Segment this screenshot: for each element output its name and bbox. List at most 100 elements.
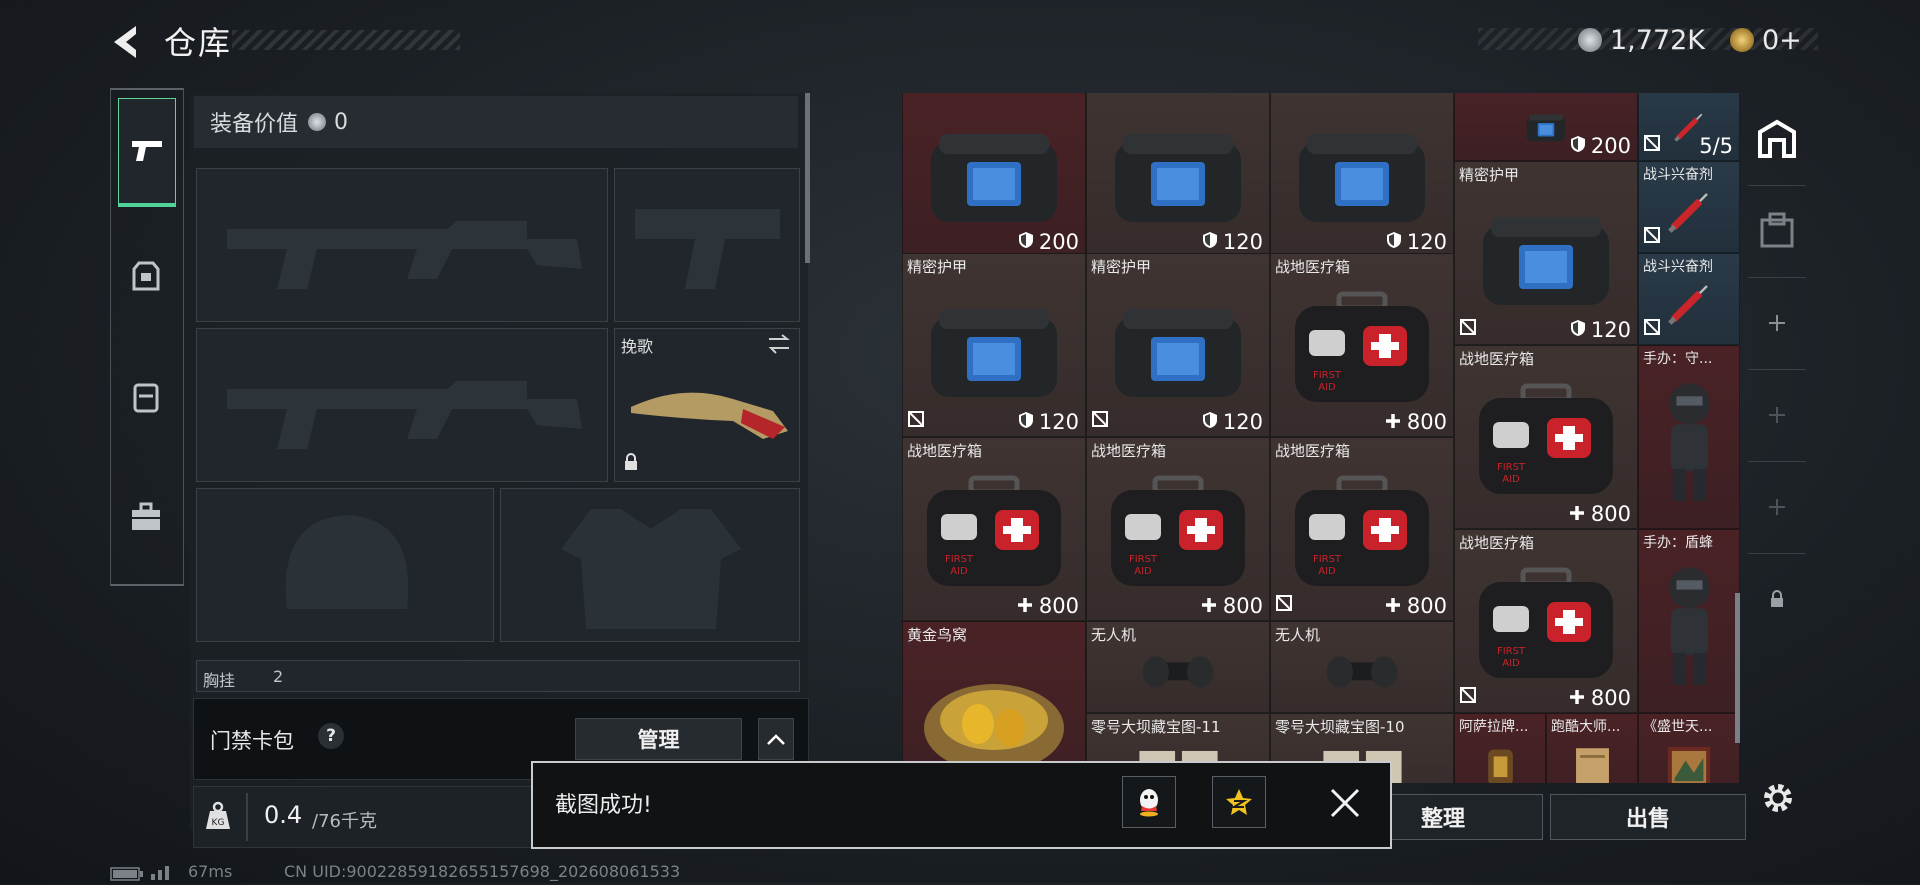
currency-tickets[interactable]: 0+ (1730, 20, 1802, 60)
sell-button[interactable]: 出售 (1550, 794, 1746, 840)
untradable-icon (1643, 134, 1661, 156)
storage-grid: 200 120 120 200 5/5 精密护甲 120 战斗兴奋剂 战斗兴奋剂 精密护甲 120 精… (902, 93, 1740, 783)
shield-icon (1202, 410, 1223, 434)
storage-tab-main[interactable] (1748, 93, 1806, 186)
chest-rig-section[interactable]: 胸挂 2 (196, 660, 800, 692)
back-icon[interactable] (104, 20, 148, 64)
storage-item-name: 阿萨拉牌... (1459, 719, 1529, 735)
help-icon[interactable]: ? (318, 723, 344, 749)
storage-item[interactable]: 手办：守... (1638, 345, 1740, 529)
manage-button[interactable]: 管理 (575, 718, 742, 760)
secondary-weapon-slot[interactable] (196, 328, 608, 482)
golden-nest-icon (903, 622, 1085, 783)
settings-icon[interactable] (1760, 780, 1796, 820)
pistol-slot[interactable] (614, 168, 800, 322)
add-storage-tab-1[interactable] (1748, 277, 1806, 370)
signal-icon (150, 864, 174, 884)
gold-coin-icon (1730, 28, 1754, 52)
primary-weapon-slot[interactable] (196, 168, 608, 322)
figurine-icon (1639, 530, 1739, 712)
storage-item[interactable]: 战斗兴奋剂 (1638, 161, 1740, 253)
storage-item-value: 800 (1569, 502, 1631, 526)
storage-item[interactable]: FIRST AID 战地医疗箱 800 (1454, 345, 1638, 529)
shield-icon (1570, 318, 1591, 342)
storage-item[interactable]: 120 (1086, 93, 1270, 257)
storage-item-value-text: 200 (1590, 134, 1631, 158)
untradable-icon (1643, 226, 1661, 248)
storage-item[interactable]: FIRST AID 战地医疗箱 800 (902, 437, 1086, 621)
storage-item-value: 120 (1202, 230, 1263, 254)
svg-text:FIRST: FIRST (1129, 554, 1158, 565)
weight-bar: KG 0.4 /76千克 (193, 786, 535, 848)
storage-item-name: 无人机 (1091, 626, 1137, 644)
pistol-icon (132, 141, 162, 161)
svg-text:FIRST: FIRST (1313, 554, 1342, 565)
storage-item-value: 200 (1018, 230, 1079, 254)
collapse-button[interactable] (758, 718, 794, 760)
helmet-slot[interactable] (196, 488, 494, 642)
storage-item[interactable]: 精密护甲 120 (1454, 161, 1638, 345)
silver-coin-icon (1578, 28, 1602, 52)
storage-item[interactable]: FIRST AID 战地医疗箱 800 (1270, 437, 1454, 621)
page-title: 仓库 (164, 24, 233, 62)
swap-icon[interactable] (767, 333, 791, 359)
heal-plus-icon (1569, 502, 1591, 526)
add-storage-tab-3[interactable] (1748, 461, 1806, 554)
storage-item-name: 手办：盾蜂 (1643, 535, 1713, 551)
melee-slot[interactable]: 挽歌 (614, 328, 800, 482)
svg-text:AID: AID (950, 566, 968, 577)
vest-silhouette-icon (561, 509, 741, 629)
storage-item[interactable]: FIRST AID 战地医疗箱 800 (1454, 529, 1638, 713)
storage-item[interactable]: 无人机 (1086, 621, 1270, 713)
qq-icon (1140, 789, 1158, 817)
svg-text:FIRST: FIRST (945, 554, 974, 565)
currency-coins-amount: 1,772K (1610, 24, 1706, 56)
storage-item[interactable]: 120 (1270, 93, 1454, 257)
storage-item[interactable]: 黄金鸟窝 (902, 621, 1086, 783)
storage-item[interactable]: FIRST AID 战地医疗箱 800 (1086, 437, 1270, 621)
storage-item[interactable]: 200 (1454, 93, 1638, 161)
tab-weapons[interactable] (118, 98, 176, 207)
share-qq-button[interactable] (1122, 776, 1176, 828)
storage-item[interactable]: 阿萨拉牌... (1454, 713, 1546, 783)
storage-item-name: 精密护甲 (907, 258, 968, 276)
storage-tab-2[interactable] (1748, 185, 1806, 278)
tab-items[interactable] (118, 462, 174, 572)
storage-item-value: 120 (1386, 230, 1447, 254)
storage-item-name: 《盛世天... (1643, 719, 1713, 735)
storage-box-icon (1760, 212, 1794, 248)
storage-item-name: 跑酷大师... (1551, 719, 1621, 735)
storage-item[interactable]: 精密护甲 120 (902, 253, 1086, 437)
storage-tabs-rail (1748, 93, 1806, 793)
storage-item[interactable]: 无人机 (1270, 621, 1454, 713)
equipment-scrollbar[interactable] (805, 93, 810, 263)
weight-divider (246, 793, 248, 841)
keycard-pack-label: 门禁卡包 (210, 729, 294, 753)
backpack-icon (1087, 254, 1269, 436)
storage-item[interactable]: 战斗兴奋剂 (1638, 253, 1740, 345)
tab-armor[interactable] (118, 222, 174, 332)
tab-backpack[interactable] (118, 342, 174, 452)
weight-icon: KG (204, 801, 232, 835)
storage-item-name: 战地医疗箱 (1459, 534, 1535, 552)
currency-coins[interactable]: 1,772K (1578, 20, 1705, 60)
storage-item[interactable]: FIRST AID 战地医疗箱 800 (1270, 253, 1454, 437)
storage-item[interactable]: 5/5 (1638, 93, 1740, 161)
locked-storage-tab[interactable] (1748, 553, 1806, 645)
plus-icon (1769, 499, 1785, 515)
weight-current: 0.4 (264, 801, 303, 829)
equipment-value-bar: 装备价值 0 (194, 96, 798, 148)
add-storage-tab-2[interactable] (1748, 369, 1806, 462)
close-toast-icon[interactable] (1328, 786, 1362, 824)
storage-item[interactable]: 精密护甲 120 (1086, 253, 1270, 437)
storage-item-name: 黄金鸟窝 (907, 626, 968, 644)
storage-scrollbar[interactable] (1735, 593, 1740, 743)
body-armor-slot[interactable] (500, 488, 800, 642)
storage-item[interactable]: 200 (902, 93, 1086, 257)
storage-item[interactable]: 跑酷大师... (1546, 713, 1638, 783)
share-qzone-button[interactable] (1212, 776, 1266, 828)
storage-item-value: 120 (1202, 410, 1263, 434)
storage-item[interactable]: 手办：盾蜂 (1638, 529, 1740, 713)
heal-plus-icon (1385, 594, 1407, 618)
storage-item[interactable]: 《盛世天... (1638, 713, 1740, 783)
